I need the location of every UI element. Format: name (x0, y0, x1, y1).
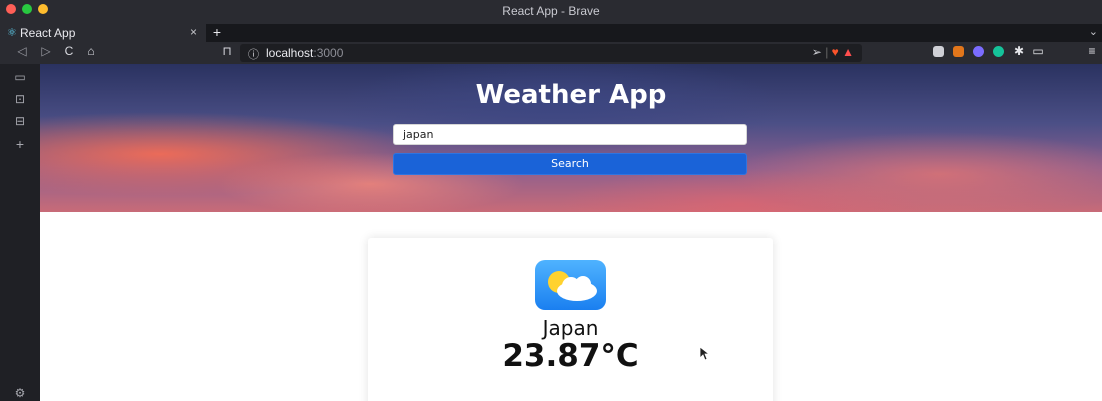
brave-rewards-icon[interactable]: ▲ (842, 45, 854, 59)
menu-icon[interactable]: ≡ (1084, 44, 1100, 58)
search-button[interactable]: Search (393, 153, 747, 175)
temperature: 23.87°C (502, 338, 639, 374)
city-search-input[interactable]: japan (393, 124, 747, 145)
tab-bar: ⚛ React App × + ⌄ (0, 24, 1102, 42)
mouse-cursor-icon (700, 347, 710, 361)
weather-card: Japan 23.87°C (368, 238, 773, 401)
city-name: Japan (542, 316, 599, 340)
camera-extension-icon[interactable] (933, 46, 944, 57)
back-icon[interactable]: ◁ (14, 44, 30, 58)
metamask-extension-icon[interactable] (953, 46, 964, 57)
tab-label: React App (20, 26, 76, 40)
hero-banner: Weather App japan Search (40, 64, 1102, 212)
reload-icon[interactable]: C (61, 44, 77, 58)
sidebar-settings-icon[interactable]: ⚙ (12, 386, 28, 400)
extensions-puzzle-icon[interactable]: ✱ (1011, 44, 1027, 58)
wallet-icon[interactable]: ▭ (1030, 44, 1046, 58)
forward-icon[interactable]: ▷ (38, 44, 54, 58)
grammarly-extension-icon[interactable] (993, 46, 1004, 57)
sidebar-wallet-icon[interactable]: ⊡ (12, 92, 28, 106)
sidebar-bookmarks-icon[interactable]: ⊟ (12, 114, 28, 128)
tab-list-chevron-icon[interactable]: ⌄ (1089, 25, 1098, 38)
tab-close-icon[interactable]: × (190, 25, 197, 39)
browser-toolbar: ◁ ▷ C ⌂ ⊓ ⓘ localhost:3000 ➢ | ♥ ▲ ✱ ▭ ≡ (0, 42, 1102, 64)
sidebar-tabs-icon[interactable]: ▭ (12, 70, 28, 84)
home-icon[interactable]: ⌂ (83, 44, 99, 58)
browser-sidebar: ▭ ⊡ ⊟ + ⚙ (0, 64, 40, 401)
address-bar[interactable]: ⓘ localhost:3000 ➢ | ♥ ▲ (240, 44, 862, 62)
url-host: localhost (266, 46, 314, 60)
extension-icon[interactable] (973, 46, 984, 57)
url-text: localhost:3000 (266, 46, 343, 60)
partly-cloudy-icon (535, 260, 606, 310)
site-info-icon[interactable]: ⓘ (248, 46, 259, 62)
new-tab-button[interactable]: + (210, 24, 224, 40)
window-titlebar: React App - Brave (0, 0, 1102, 24)
share-icon[interactable]: ➢ (812, 45, 822, 59)
sidebar-add-icon[interactable]: + (12, 136, 28, 152)
tab-react-app[interactable]: ⚛ React App × (0, 24, 206, 42)
address-bar-actions: ➢ | ♥ ▲ (812, 45, 854, 59)
brave-shields-icon[interactable]: ♥ (832, 45, 839, 59)
url-port: :3000 (313, 46, 344, 60)
window-title: React App - Brave (502, 4, 600, 18)
bookmark-icon[interactable]: ⊓ (219, 44, 235, 58)
web-page: Weather App japan Search Japan 23.87°C (40, 64, 1102, 401)
page-title: Weather App (475, 80, 667, 110)
react-icon: ⚛ (7, 27, 17, 39)
